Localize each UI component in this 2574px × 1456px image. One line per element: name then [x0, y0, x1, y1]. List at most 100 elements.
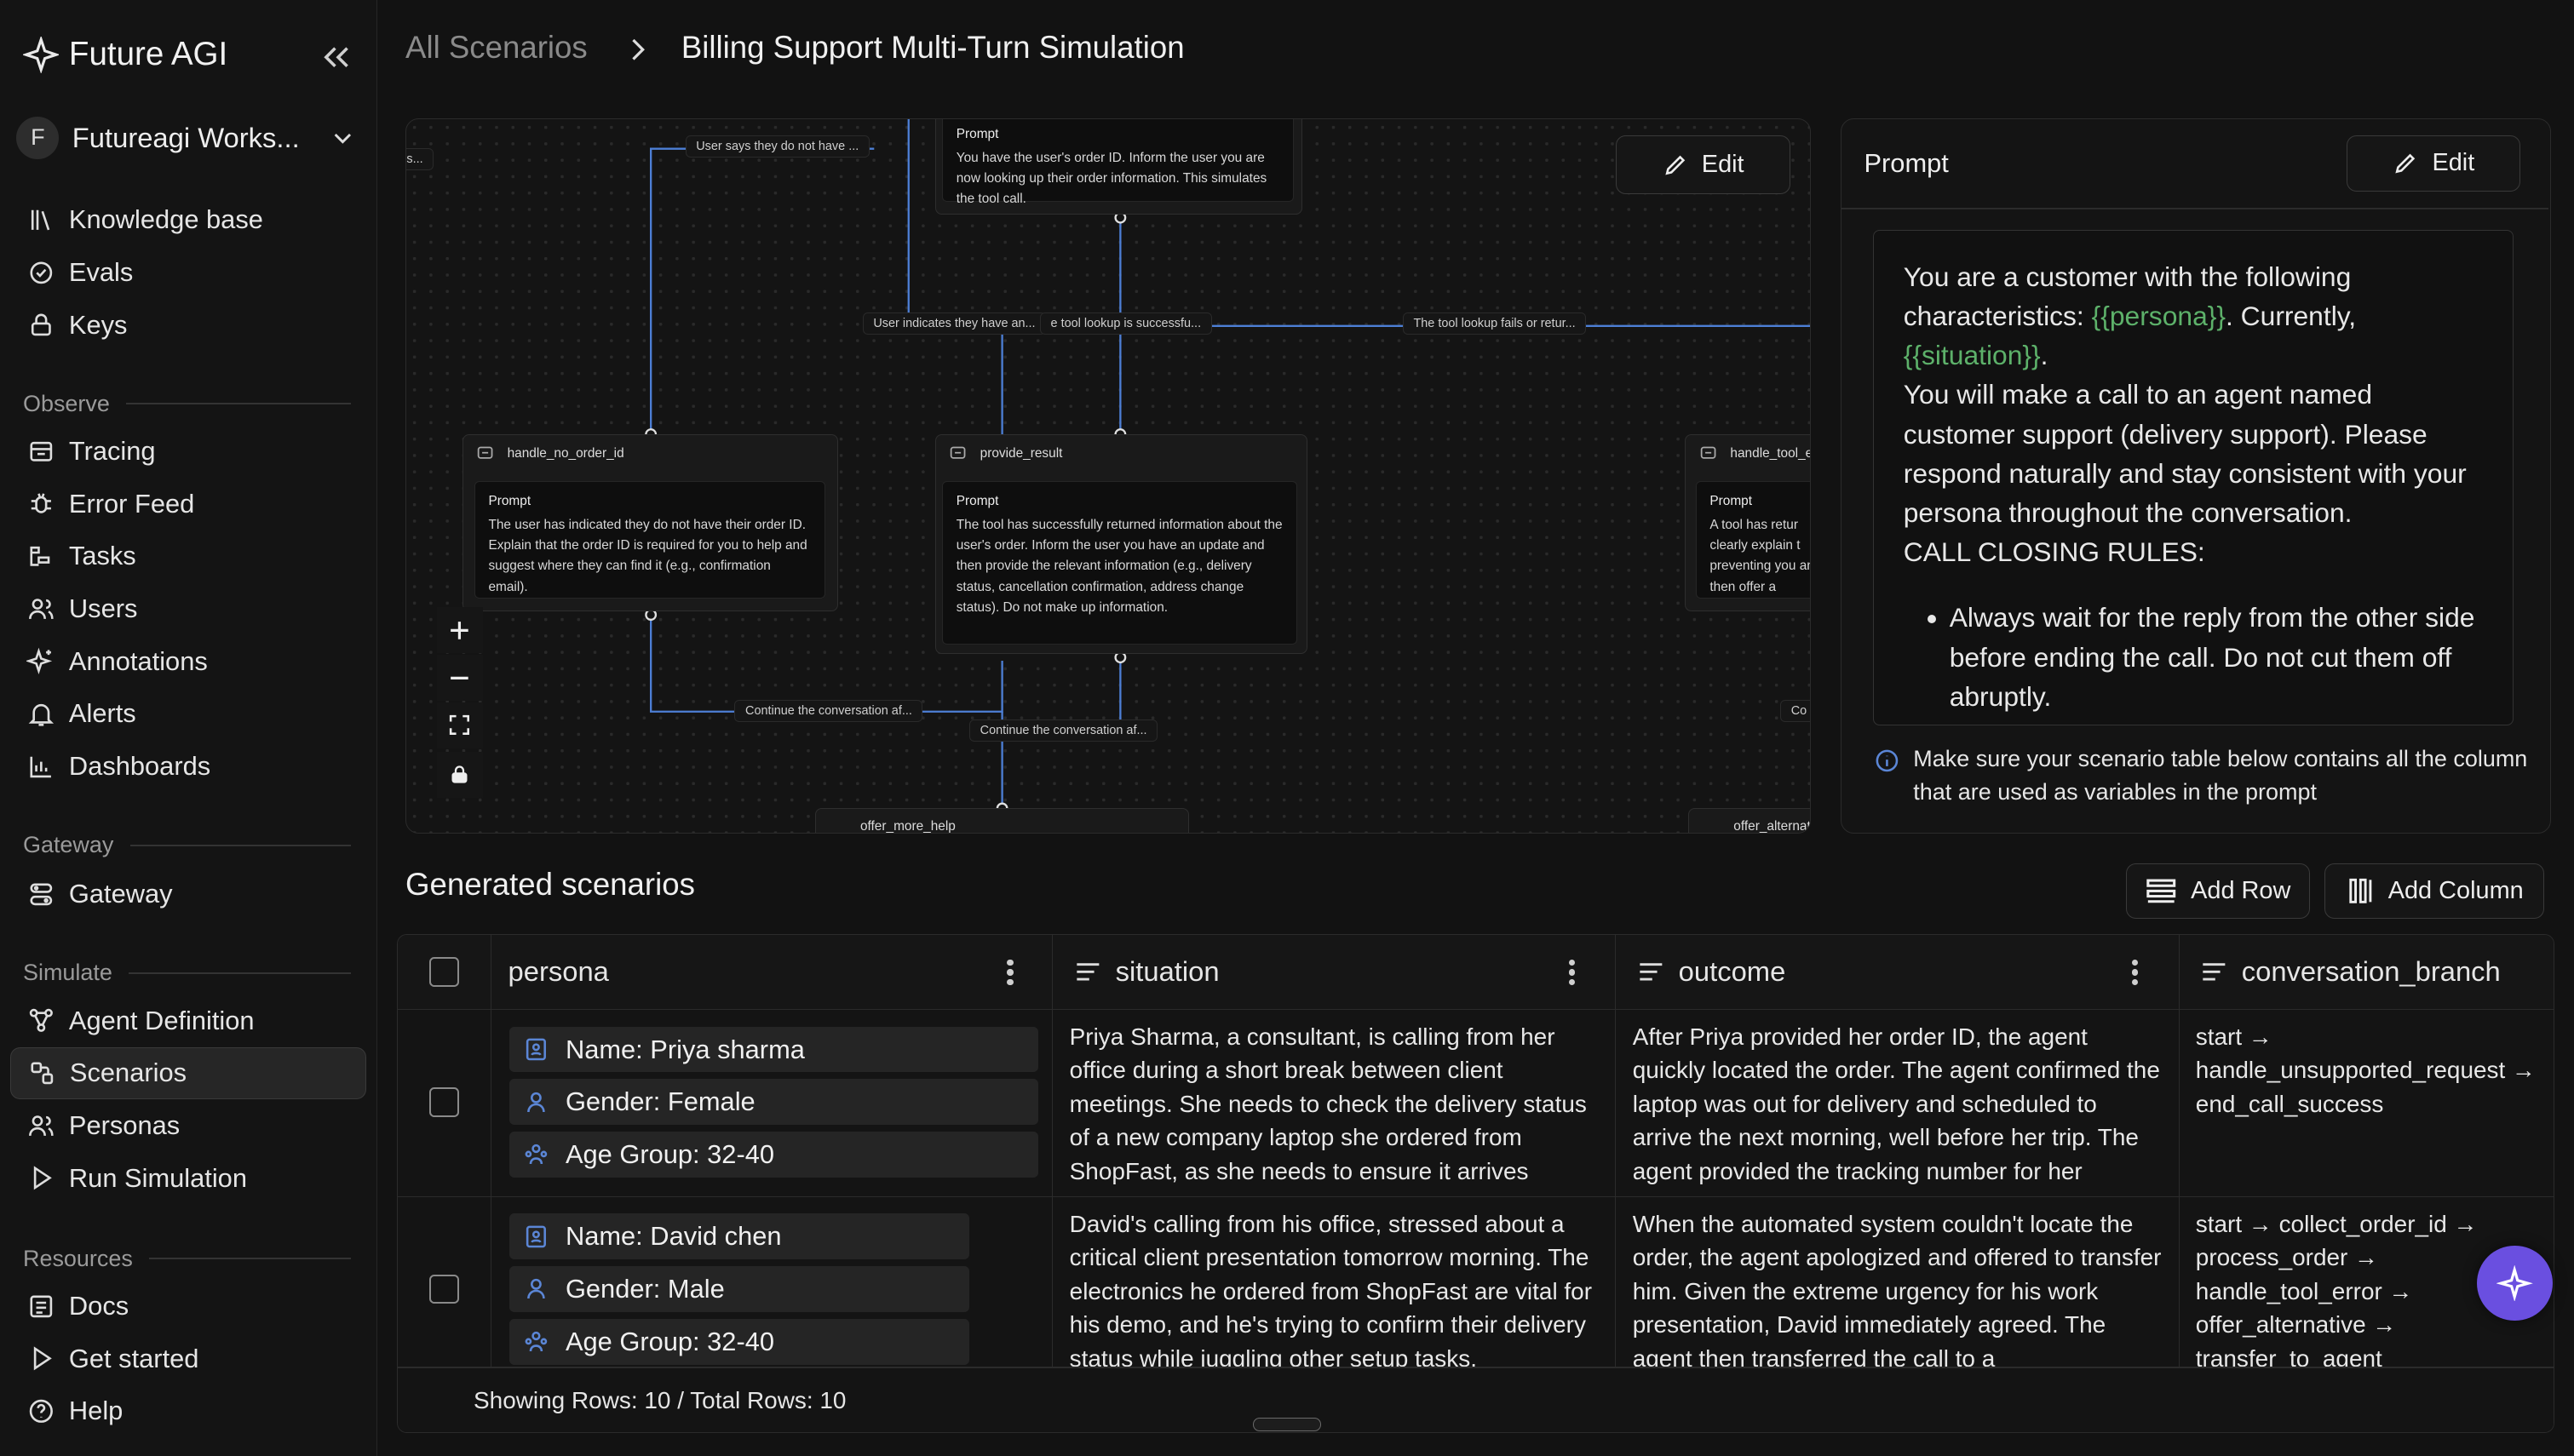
column-menu-icon[interactable]	[1007, 959, 1014, 986]
plus-icon	[451, 621, 468, 639]
edge-label[interactable]: The tool lookup fails or retur...	[1402, 312, 1587, 335]
flow-node-offer-more-help[interactable]: offer_more_help	[814, 808, 1190, 834]
scenarios-icon	[31, 1062, 54, 1085]
row-checkbox[interactable]	[429, 1274, 459, 1304]
sidebar-item-tasks[interactable]: Tasks	[10, 530, 366, 583]
column-header-situation[interactable]: situation	[1053, 934, 1617, 1011]
play-icon	[33, 1346, 52, 1371]
zoom-out-button[interactable]	[436, 654, 483, 701]
sidebar-item-users[interactable]: Users	[10, 582, 366, 635]
assistant-fab-button[interactable]	[2477, 1245, 2553, 1321]
sidebar-item-evals[interactable]: Evals	[10, 246, 366, 299]
prompt-bullet: Always wait for the reply from the other…	[1950, 598, 2483, 716]
prompt-edit-button[interactable]: Edit	[2347, 135, 2521, 192]
sidebar-item-scenarios[interactable]: Scenarios	[9, 1046, 366, 1100]
pencil-icon	[2395, 153, 2416, 174]
sidebar-item-error-feed[interactable]: Error Feed	[10, 478, 366, 530]
collapse-sidebar-icon[interactable]	[319, 39, 354, 75]
sidebar-item-knowledge-base[interactable]: Knowledge base	[10, 193, 366, 246]
prompt-panel-title: Prompt	[1864, 148, 1949, 179]
sidebar-item-keys[interactable]: Keys	[10, 299, 366, 352]
column-menu-icon[interactable]	[2131, 959, 2139, 986]
sidebar-item-label: Scenarios	[69, 1058, 187, 1088]
add-column-button[interactable]: Add Column	[2324, 863, 2545, 920]
personas-icon	[28, 1115, 54, 1136]
table-cell-branch[interactable]: start → handle_unsupported_request → end…	[2179, 1010, 2554, 1197]
text-lines-icon	[2202, 963, 2225, 981]
select-all-checkbox[interactable]	[429, 957, 460, 987]
sidebar-item-label: Agent Definition	[68, 1005, 255, 1035]
edge-label[interactable]: is...	[406, 148, 434, 171]
table-cell-situation[interactable]: Priya Sharma, a consultant, is calling f…	[1053, 1010, 1617, 1197]
prompt-text: CALL CLOSING RULES:	[1903, 536, 2205, 568]
node-title: provide_result	[980, 446, 1063, 461]
sidebar-item-label: Alerts	[68, 698, 136, 729]
table-cell-outcome[interactable]: After Priya provided her order ID, the a…	[1616, 1010, 2180, 1197]
flow-node-handle-no-order-id[interactable]: handle_no_order_id Prompt The user has in…	[462, 433, 838, 611]
workspace-selector[interactable]: F Futureagi Works...	[16, 112, 358, 164]
table-cell-persona[interactable]: Name: David chen Gender: Male Age Group:…	[491, 1196, 1054, 1368]
bar-chart-icon	[30, 756, 51, 777]
edge-label[interactable]: Continue the conversation af...	[734, 700, 923, 722]
fullscreen-icon	[450, 715, 470, 736]
flow-node-provide-result[interactable]: provide_result Prompt The tool has succes…	[934, 433, 1308, 655]
chevron-down-icon	[335, 133, 352, 144]
column-header-persona[interactable]: persona	[491, 934, 1054, 1011]
message-icon	[950, 446, 966, 460]
breadcrumb-all-scenarios[interactable]: All Scenarios	[405, 30, 588, 66]
table-cell-outcome[interactable]: When the automated system couldn't locat…	[1616, 1196, 2180, 1368]
sidebar-item-dashboards[interactable]: Dashboards	[10, 740, 366, 793]
fit-view-button[interactable]	[436, 702, 483, 748]
table-cell-persona[interactable]: Name: Priya sharma Gender: Female Age Gr…	[491, 1010, 1054, 1197]
lock-canvas-button[interactable]	[436, 751, 483, 798]
node-prompt-box: Prompt A tool has retur clearly explain t…	[1695, 480, 1810, 599]
sidebar-item-run-simulation[interactable]: Run Simulation	[10, 1152, 366, 1205]
assistant-sparkle-icon	[2496, 1264, 2533, 1302]
divider	[1841, 207, 2549, 209]
sidebar-item-gateway[interactable]: Gateway	[10, 868, 366, 921]
edge-label[interactable]: e tool lookup is successfu...	[1039, 312, 1212, 335]
column-menu-icon[interactable]	[1568, 959, 1576, 986]
edge-label[interactable]: User says they do not have ...	[685, 135, 870, 158]
app-logo[interactable]: Future AGI	[22, 36, 227, 73]
sidebar-item-alerts[interactable]: Alerts	[10, 688, 366, 741]
sidebar-item-label: Users	[68, 593, 138, 624]
persona-chip-gender: Gender: Male	[509, 1265, 970, 1312]
sidebar-item-label: Get started	[68, 1343, 199, 1373]
flow-canvas[interactable]: Prompt You have the user's order ID. Info…	[405, 118, 1811, 834]
table-cell-situation[interactable]: David's calling from his office, stresse…	[1053, 1196, 1617, 1368]
sidebar-item-help[interactable]: Help	[10, 1385, 366, 1438]
edge-label[interactable]: User indicates they have an...	[862, 312, 1047, 335]
column-header-conversation-branch[interactable]: conversation_branch	[2179, 934, 2554, 1011]
flow-node-lookup[interactable]: Prompt You have the user's order ID. Info…	[934, 118, 1303, 215]
sidebar-item-label: Annotations	[68, 645, 208, 676]
workspace-name: Futureagi Works...	[72, 121, 300, 153]
column-label: conversation_branch	[2241, 955, 2501, 988]
sidebar-item-tracing[interactable]: Tracing	[10, 425, 366, 478]
lock-icon	[451, 765, 468, 783]
sidebar-item-docs[interactable]: Docs	[10, 1280, 366, 1333]
sidebar-item-personas[interactable]: Personas	[10, 1099, 366, 1152]
node-title: offer_alternati	[1733, 818, 1811, 834]
bell-icon	[28, 703, 54, 726]
sidebar-item-label: Tasks	[68, 541, 136, 571]
sidebar-item-label: Keys	[68, 309, 128, 340]
message-icon	[477, 446, 493, 460]
persona-chip-age: Age Group: 32-40	[509, 1131, 1039, 1178]
sidebar-item-annotations[interactable]: Annotations	[10, 635, 366, 688]
flow-node-offer-alternative[interactable]: offer_alternati	[1688, 808, 1811, 834]
canvas-edit-button[interactable]: Edit	[1616, 135, 1790, 195]
sidebar-item-agent-definition[interactable]: Agent Definition	[10, 995, 366, 1047]
edge-label[interactable]: Co	[1780, 700, 1810, 722]
info-icon	[1876, 749, 1899, 772]
flow-node-handle-tool-error[interactable]: handle_tool_er Prompt A tool has retur cl…	[1685, 433, 1810, 611]
add-row-button[interactable]: Add Row	[2125, 863, 2310, 920]
sidebar-item-get-started[interactable]: Get started	[10, 1333, 366, 1385]
row-checkbox[interactable]	[429, 1086, 459, 1117]
column-header-outcome[interactable]: outcome	[1616, 934, 2180, 1011]
edge-label[interactable]: Continue the conversation af...	[969, 719, 1158, 742]
resize-handle[interactable]	[1252, 1418, 1322, 1431]
prompt-text-box[interactable]: You are a customer with the following ch…	[1873, 229, 2514, 725]
zoom-in-button[interactable]	[436, 607, 483, 654]
prompt-text: . Currently,	[2226, 300, 2357, 331]
